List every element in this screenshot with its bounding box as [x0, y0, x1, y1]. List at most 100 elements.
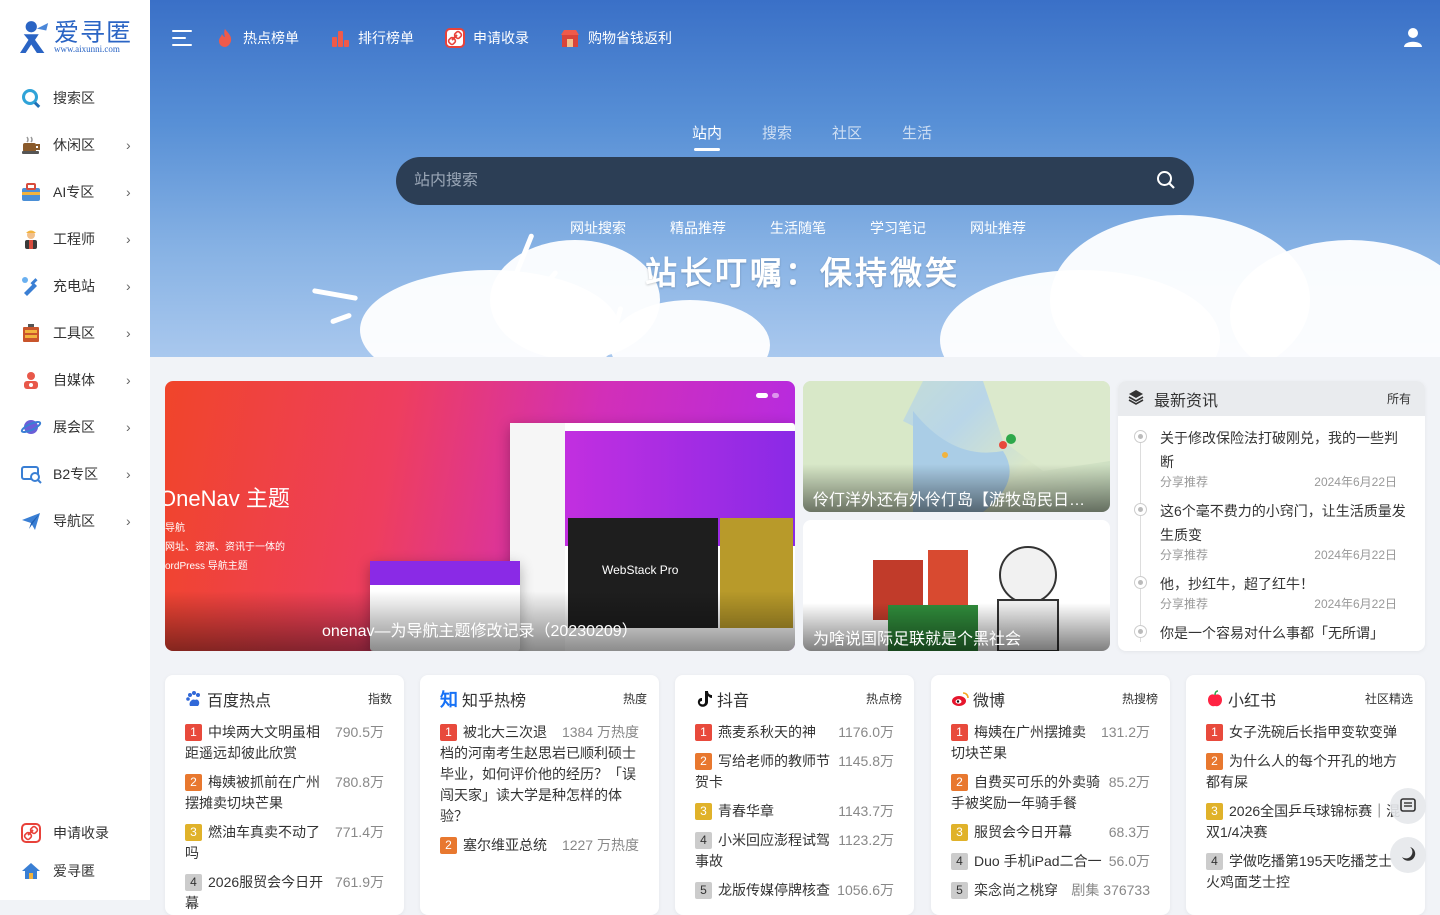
- hot-item[interactable]: 1145.8万 2 写给老师的教师节贺卡: [695, 751, 894, 793]
- hot-item[interactable]: 1143.7万 3 青春华章: [695, 801, 894, 822]
- hot-item[interactable]: 68.3万 3 服贸会今日开幕: [951, 822, 1150, 843]
- sidebar-item-b2[interactable]: B2专区 ›: [0, 450, 150, 497]
- news-item[interactable]: 这6个毫不费力的小窍门，让生活质量发生质变 分享推荐 2024年6月22日: [1134, 499, 1411, 563]
- quick-link[interactable]: 学习笔记: [870, 218, 926, 238]
- banner-mock-label: WebStack Pro: [602, 563, 679, 577]
- news-all-link[interactable]: 所有: [1387, 390, 1411, 407]
- hot-item[interactable]: 771.4万 3 燃油车真卖不动了吗: [185, 822, 384, 864]
- sidebar-item-label: 展会区: [53, 418, 95, 435]
- sidebar-item-expo[interactable]: 展会区 ›: [0, 403, 150, 450]
- sidebar-item-label: 导航区: [53, 512, 95, 529]
- quick-link[interactable]: 网址搜索: [570, 218, 626, 238]
- article-card[interactable]: 为啥说国际足联就是个黑社会: [803, 520, 1110, 651]
- hot-item[interactable]: 1056.6万 5 龙版传媒停牌核查: [695, 880, 894, 901]
- sidebar-item-engineer[interactable]: 工程师 ›: [0, 215, 150, 262]
- carousel-dots: [756, 393, 779, 398]
- card-caption: 伶仃洋外还有外伶仃岛【游牧岛民日记】: [803, 464, 1110, 512]
- search-bar: [396, 157, 1194, 205]
- hot-item[interactable]: 780.8万 2 梅姨被抓前在广州摆摊卖切块芒果: [185, 772, 384, 814]
- tab-search[interactable]: 搜索: [742, 122, 812, 151]
- sidebar-item-media[interactable]: 自媒体 ›: [0, 356, 150, 403]
- carousel-dot[interactable]: [756, 393, 768, 398]
- quick-link[interactable]: 生活随笔: [770, 218, 826, 238]
- news-item-category: 分享推荐: [1160, 548, 1209, 562]
- paper-plane-icon: [20, 510, 42, 532]
- news-item[interactable]: 他，抄红牛，超了红牛！ 分享推荐 2024年6月22日: [1134, 572, 1411, 612]
- tab-life[interactable]: 生活: [882, 122, 952, 151]
- carousel-dot[interactable]: [772, 393, 779, 398]
- moon-icon: [1400, 846, 1416, 865]
- site-logo[interactable]: 爱寻匿 www.aixunni.com: [0, 0, 150, 74]
- news-item[interactable]: 你是一个容易对什么事都「无所谓」: [1134, 621, 1411, 642]
- sidebar-item-search[interactable]: 搜索区: [0, 74, 150, 121]
- chevron-right-icon: ›: [126, 512, 131, 529]
- article-card[interactable]: 伶仃洋外还有外伶仃岛【游牧岛民日记】: [803, 381, 1110, 512]
- sidebar-item-label: 休闲区: [53, 136, 95, 153]
- sidebar-home-link[interactable]: 爱寻匿: [0, 852, 150, 890]
- hot-item[interactable]: 1227 万热度 2 塞尔维亚总统: [440, 835, 639, 856]
- hot-item-value: 1145.8万: [838, 753, 894, 769]
- news-item[interactable]: 关于修改保险法打破刚兑，我的一些判断 分享推荐 2024年6月22日: [1134, 426, 1411, 490]
- sidebar-submit-link[interactable]: 申请收录: [0, 814, 150, 852]
- hot-item[interactable]: 761.9万 4 2026服贸会今日开幕: [185, 872, 384, 914]
- hot-item[interactable]: 2 为什么人的每个开孔的地方都有屎: [1206, 751, 1405, 793]
- sidebar-item-leisure[interactable]: 休闲区 ›: [0, 121, 150, 168]
- hot-item[interactable]: 4 学做吃播第195天吃播芝士火鸡面芝士控: [1206, 851, 1405, 893]
- topnav-ranking[interactable]: 排行榜单: [329, 27, 414, 49]
- sidebar-item-tools[interactable]: 工具区 ›: [0, 309, 150, 356]
- hot-item-title: 梅姨被抓前在广州摆摊卖切块芒果: [185, 774, 320, 811]
- hot-item[interactable]: 1 女子洗碗后长指甲变软变弹: [1206, 722, 1405, 743]
- hot-list-name: 知乎热榜: [462, 692, 527, 710]
- user-icon[interactable]: [1402, 26, 1424, 51]
- dark-mode-button[interactable]: [1390, 837, 1426, 873]
- topnav-label: 购物省钱返利: [588, 29, 672, 46]
- topnav-shopping[interactable]: 购物省钱返利: [559, 27, 672, 49]
- hot-item-value: 790.5万: [334, 724, 384, 740]
- tab-site[interactable]: 站内: [672, 122, 742, 151]
- hot-item-value: 1384 万热度: [561, 724, 639, 740]
- hot-item[interactable]: 1384 万热度 1 被北大三次退档的河南考生赵思岩已顺利硕士毕业，如何评价他的经历…: [440, 722, 639, 827]
- hot-list-name: 微博: [973, 692, 1006, 710]
- search-input[interactable]: [414, 172, 1156, 190]
- sidebar-item-ai[interactable]: AI专区 ›: [0, 168, 150, 215]
- hero-slogan: 站长叮嘱：保持微笑: [645, 254, 961, 292]
- chevron-right-icon: ›: [126, 371, 131, 388]
- hot-list-tag: 社区精选: [1364, 692, 1413, 706]
- hot-item-title: 自费买可乐的外卖骑手被奖励一年骑手餐: [951, 774, 1100, 811]
- hot-item[interactable]: 56.0万 4 Duo 手机iPad二合一: [951, 851, 1150, 872]
- sidebar-item-charging[interactable]: 充电站 ›: [0, 262, 150, 309]
- hamburger-menu-icon[interactable]: [172, 29, 192, 46]
- topnav-submit[interactable]: 申请收录: [444, 27, 529, 49]
- rank-badge: 1: [951, 724, 968, 741]
- hot-item[interactable]: 85.2万 2 自费买可乐的外卖骑手被奖励一年骑手餐: [951, 772, 1150, 814]
- news-item-title: 他，抄红牛，超了红牛！: [1160, 576, 1314, 592]
- plug-icon: [20, 275, 42, 297]
- featured-carousel[interactable]: OneNav 主题 导航 网址、资源、资讯于一体的 ordPress 导航主题 …: [165, 381, 795, 651]
- sidebar-item-navigation[interactable]: 导航区 ›: [0, 497, 150, 544]
- hot-item[interactable]: 1123.2万 4 小米回应澎程试驾事故: [695, 830, 894, 872]
- news-item-date: 2024年6月22日: [1314, 597, 1397, 611]
- hot-item[interactable]: 1176.0万 1 燕麦系秋天的神: [695, 722, 894, 743]
- news-item-date: 2024年6月22日: [1314, 548, 1397, 562]
- hot-item-title: 栾念尚之桃穿: [974, 882, 1058, 898]
- tab-community[interactable]: 社区: [812, 122, 882, 151]
- rank-badge: 5: [695, 882, 712, 899]
- chevron-right-icon: ›: [126, 183, 131, 200]
- hot-item-value: 剧集 376733: [1071, 882, 1150, 898]
- search-icon[interactable]: [1156, 170, 1176, 193]
- hot-list-baidu: 百度热点 指数 790.5万 1 中埃两大文明虽相距遥远却彼此欣赏 780.8万 2 梅…: [165, 675, 404, 915]
- news-list: 关于修改保险法打破刚兑，我的一些判断 分享推荐 2024年6月22日 这6个毫不费…: [1118, 416, 1425, 642]
- layers-icon: [1128, 389, 1144, 408]
- float-toolbar-button[interactable]: [1390, 788, 1426, 824]
- hot-item[interactable]: 790.5万 1 中埃两大文明虽相距遥远却彼此欣赏: [185, 722, 384, 764]
- banner-subtitle: ordPress 导航主题: [165, 561, 248, 572]
- topnav-hot-list[interactable]: 热点榜单: [214, 27, 299, 49]
- hot-item[interactable]: 131.2万 1 梅姨在广州摆摊卖切块芒果: [951, 722, 1150, 764]
- news-item-title: 你是一个容易对什么事都「无所谓」: [1160, 625, 1384, 641]
- apple-icon: [1206, 689, 1224, 708]
- quick-link[interactable]: 网址推荐: [970, 218, 1026, 238]
- hot-item[interactable]: 3 2026全国乒乓球锦标赛｜混双1/4决赛: [1206, 801, 1405, 843]
- chevron-right-icon: ›: [126, 230, 131, 247]
- quick-link[interactable]: 精品推荐: [670, 218, 726, 238]
- hot-item[interactable]: 剧集 376733 5 栾念尚之桃穿: [951, 880, 1150, 901]
